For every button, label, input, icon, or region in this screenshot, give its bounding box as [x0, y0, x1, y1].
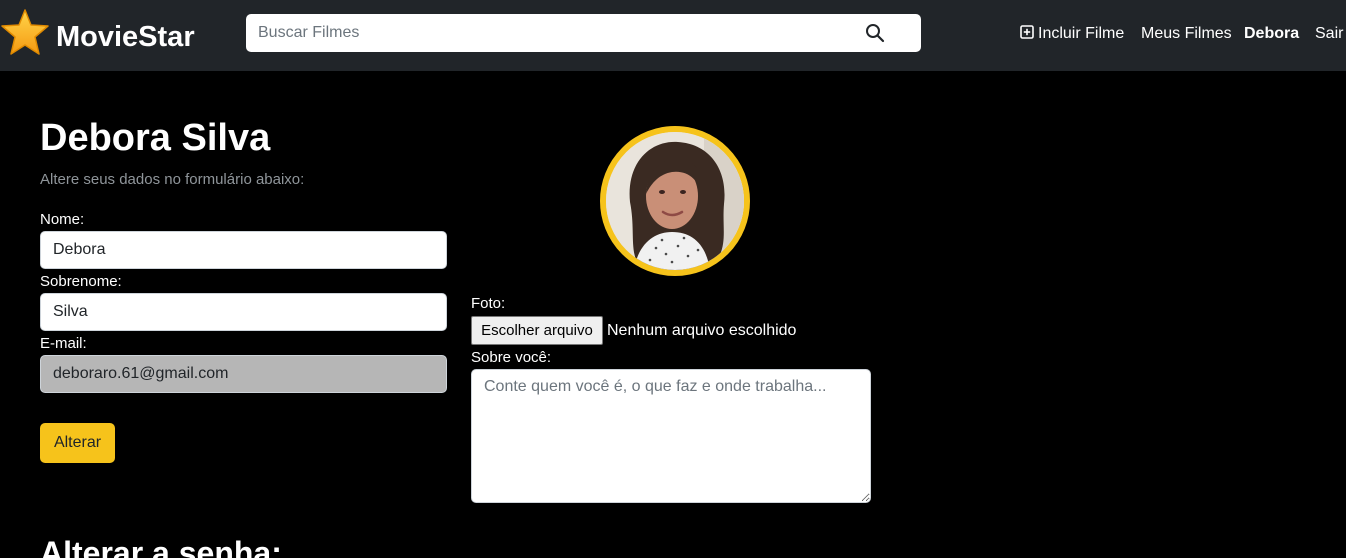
nav-add-movie-label: Incluir Filme — [1038, 25, 1125, 42]
avatar — [600, 126, 750, 276]
file-status: Nenhum arquivo escolhido — [607, 322, 797, 339]
brand-link[interactable] — [0, 6, 52, 60]
nav-user-link[interactable]: Debora — [1244, 24, 1299, 44]
bio-label: Sobre você: — [471, 349, 552, 366]
page-title: Debora Silva — [40, 117, 271, 159]
plus-square-icon — [1020, 25, 1034, 39]
bio-textarea[interactable] — [471, 369, 871, 503]
brand-name[interactable]: MovieStar — [56, 20, 195, 54]
page-subtitle: Altere seus dados no formulário abaixo: — [40, 171, 305, 188]
update-button[interactable]: Alterar — [40, 423, 115, 463]
photo-label: Foto: — [471, 295, 506, 312]
navbar: MovieStar Incluir Filme Meus Filmes Debo… — [0, 0, 1346, 71]
choose-file-button[interactable]: Escolher arquivo — [471, 316, 603, 345]
email-field — [40, 355, 447, 393]
name-field[interactable] — [40, 231, 447, 269]
lastname-label: Sobrenome: — [40, 273, 122, 290]
nav-add-movie-link[interactable]: Incluir Filme — [1020, 24, 1124, 44]
search-icon[interactable] — [865, 23, 885, 43]
search-form — [246, 14, 921, 52]
nav-logout-link[interactable]: Sair — [1315, 24, 1343, 44]
nav-my-movies-link[interactable]: Meus Filmes — [1141, 24, 1232, 44]
avatar-photo — [606, 132, 744, 270]
password-section-title: Alterar a senha: — [40, 535, 282, 558]
name-label: Nome: — [40, 211, 85, 228]
email-label: E-mail: — [40, 335, 87, 352]
star-icon — [1, 9, 49, 55]
search-input[interactable] — [246, 14, 846, 52]
lastname-field[interactable] — [40, 293, 447, 331]
